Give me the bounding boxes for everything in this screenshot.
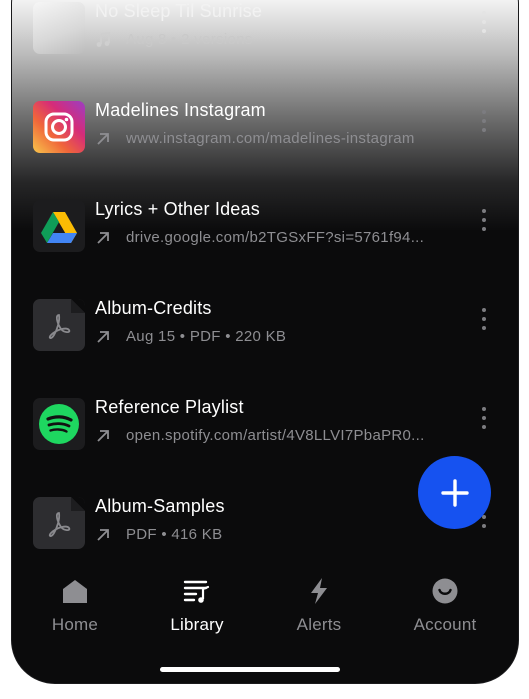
- link-arrow-icon: [97, 330, 109, 343]
- instagram-icon: [33, 101, 85, 153]
- file-meta-text: drive.google.com/b2TGSxFF?si=5761f94...: [126, 229, 425, 246]
- album-art-thumbnail: [33, 2, 85, 54]
- file-meta-text: www.instagram.com/madelines-instagram: [126, 130, 415, 147]
- file-meta-text: open.spotify.com/artist/4V8LLVI7PbaPR0..…: [126, 427, 425, 444]
- file-meta: PDF • 416 KB: [95, 526, 222, 543]
- more-options-button[interactable]: [478, 308, 490, 338]
- file-title: Lyrics + Other Ideas: [95, 199, 260, 219]
- phone-frame: No Sleep Til Sunrise Aug 8 • 2 versions: [11, 0, 519, 684]
- google-drive-icon: [33, 200, 85, 252]
- bottom-tab-bar: Home Library Alerts Account: [12, 568, 518, 648]
- file-meta-text: PDF • 416 KB: [126, 526, 223, 543]
- file-meta: open.spotify.com/artist/4V8LLVI7PbaPR0..…: [95, 427, 425, 444]
- link-arrow-icon: [97, 132, 109, 145]
- file-row-album-credits[interactable]: Album-Credits Aug 15 • PDF • 220 KB: [12, 286, 518, 366]
- pdf-icon: [33, 497, 85, 549]
- add-button[interactable]: [418, 456, 491, 529]
- home-indicator[interactable]: [160, 667, 340, 672]
- tab-account[interactable]: Account: [385, 568, 505, 638]
- more-options-button[interactable]: [478, 407, 490, 437]
- file-row-madelines-instagram[interactable]: Madelines Instagram www.instagram.com/ma…: [12, 88, 518, 168]
- home-icon: [63, 580, 87, 603]
- more-options-button[interactable]: [478, 11, 490, 41]
- more-options-button[interactable]: [478, 110, 490, 140]
- tab-alerts[interactable]: Alerts: [259, 568, 379, 638]
- account-icon: [432, 578, 458, 604]
- file-meta: www.instagram.com/madelines-instagram: [95, 130, 415, 147]
- file-title: Madelines Instagram: [95, 100, 266, 120]
- file-row-lyrics-other-ideas[interactable]: Lyrics + Other Ideas drive.google.com/b2…: [12, 187, 518, 267]
- music-note-icon: [96, 31, 110, 47]
- plus-icon: [440, 478, 469, 507]
- file-meta-text: Aug 8 • 2 versions: [126, 31, 253, 48]
- file-title: Album-Samples: [95, 496, 225, 516]
- tab-library[interactable]: Library: [137, 568, 257, 638]
- tab-home[interactable]: Home: [15, 568, 135, 638]
- file-title: No Sleep Til Sunrise: [95, 1, 263, 21]
- more-options-button[interactable]: [478, 209, 490, 239]
- bolt-icon: [311, 578, 327, 604]
- pdf-icon: [33, 299, 85, 351]
- link-arrow-icon: [97, 231, 109, 244]
- library-icon: [183, 580, 210, 603]
- tab-label: Library: [170, 615, 224, 634]
- link-arrow-icon: [97, 429, 109, 442]
- file-row-no-sleep-til-sunrise[interactable]: No Sleep Til Sunrise Aug 8 • 2 versions: [12, 0, 518, 69]
- file-row-reference-playlist[interactable]: Reference Playlist open.spotify.com/arti…: [12, 385, 518, 465]
- file-meta: drive.google.com/b2TGSxFF?si=5761f94...: [95, 229, 424, 246]
- link-arrow-icon: [97, 528, 109, 541]
- file-meta-text: Aug 15 • PDF • 220 KB: [126, 328, 287, 345]
- file-meta: Aug 8 • 2 versions: [95, 31, 253, 48]
- spotify-icon: [33, 398, 85, 450]
- file-meta: Aug 15 • PDF • 220 KB: [95, 328, 286, 345]
- tab-label: Account: [413, 615, 477, 634]
- tab-label: Home: [51, 615, 99, 634]
- tab-label: Alerts: [296, 615, 342, 634]
- file-title: Reference Playlist: [95, 397, 244, 417]
- file-title: Album-Credits: [95, 298, 212, 318]
